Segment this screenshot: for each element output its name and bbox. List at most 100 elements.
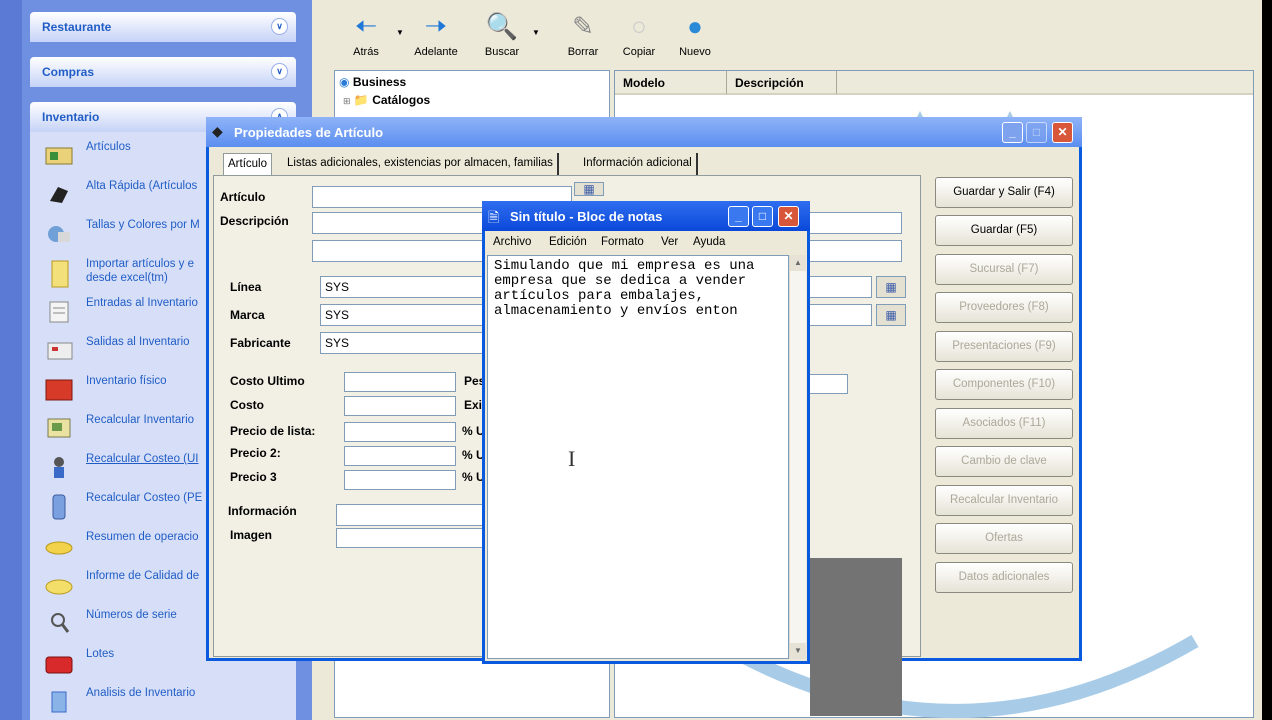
dropdown-arrow-icon: ▼ [532,28,540,37]
label-costo-ultimo: Costo Ultimo [230,374,305,388]
informe-calidad-icon [44,571,74,597]
globe-icon: ◉ [339,75,350,89]
copy-icon: ○ [631,11,647,41]
menu-formato[interactable]: Formato [601,236,644,248]
menu-ayuda[interactable]: Ayuda [693,236,725,248]
componentes-button[interactable]: Componentes (F10) [935,369,1073,400]
asociados-button[interactable]: Asociados (F11) [935,408,1073,439]
recalcular-costeo-ui-icon [44,454,74,480]
notepad-menubar: Archivo Edición Formato Ver Ayuda [485,231,807,253]
group-header-compras[interactable]: Compras ∨ [30,57,296,87]
recalcular-inventario-icon [44,415,74,441]
column-header-descripcion[interactable]: Descripción [727,71,837,95]
presentaciones-button[interactable]: Presentaciones (F9) [935,331,1073,362]
datos-adicionales-button[interactable]: Datos adicionales [935,562,1073,593]
scroll-up-icon[interactable]: ▲ [790,255,806,271]
marca-picker-icon[interactable]: ▦ [876,304,906,326]
group-title: Restaurante [42,20,112,34]
inventario-fisico-icon [44,376,74,402]
minimize-icon[interactable]: _ [728,206,749,227]
dropdown-arrow-icon: ▼ [396,28,404,37]
linea-picker-icon[interactable]: ▦ [876,276,906,298]
recalcular-inventario-button[interactable]: Recalcular Inventario [935,485,1073,516]
search-icon: 🔍 [485,11,519,41]
new-button[interactable]: ● Nuevo [672,6,718,66]
resumen-icon [44,532,74,558]
image-preview [810,558,902,716]
arrow-right-icon: 🠢 [424,11,448,41]
salidas-icon [44,337,74,363]
scroll-down-icon[interactable]: ▼ [790,643,806,659]
arrow-left-icon: 🠠 [354,11,378,41]
articulos-icon [44,142,74,168]
label-precio-lista: Precio de lista: [230,424,316,438]
precio-lista-field[interactable] [344,422,456,442]
precio-3-field[interactable] [344,470,456,490]
close-icon[interactable]: ✕ [1052,122,1073,143]
informacion-field[interactable] [336,504,496,526]
dialog-title: Propiedades de Artículo [234,125,384,140]
label-marca: Marca [230,308,265,322]
menu-archivo[interactable]: Archivo [493,236,531,248]
notepad-text-area[interactable]: Simulando que mi empresa es una empresa … [487,255,789,659]
cambio-clave-button[interactable]: Cambio de clave [935,446,1073,477]
picker-icon[interactable]: ▦ [574,182,604,196]
ofertas-button[interactable]: Ofertas [935,523,1073,554]
group-title: Inventario [42,110,100,124]
delete-icon: ✎ [572,11,594,41]
column-header-empty [837,71,1253,95]
label-articulo: Artículo [220,190,266,204]
group-header-restaurante[interactable]: Restaurante ∨ [30,12,296,42]
menu-edicion[interactable]: Edición [549,236,587,248]
maximize-icon: □ [1026,122,1047,143]
imagen-field[interactable] [336,528,496,548]
guardar-button[interactable]: Guardar (F5) [935,215,1073,246]
search-button[interactable]: 🔍 Buscar [476,6,528,66]
entradas-icon [44,298,74,324]
minimize-icon[interactable]: _ [1002,122,1023,143]
close-icon[interactable]: ✕ [778,206,799,227]
label-precio-2: Precio 2: [230,446,281,460]
guardar-salir-button[interactable]: Guardar y Salir (F4) [935,177,1073,208]
numeros-serie-icon [44,610,74,636]
dialog-title-bar[interactable]: ◆ Propiedades de Artículo _ □ ✕ [206,117,1082,147]
expand-icon[interactable]: ⊞ [343,96,351,106]
list-item-label: Analisis de Inventario [86,687,196,699]
notepad-title-bar[interactable]: 🗎 Sin título - Bloc de notas _ □ ✕ [482,201,810,231]
copy-button[interactable]: ○ Copiar [616,6,662,66]
alta-rapida-icon [44,181,74,207]
lotes-icon [44,649,74,675]
new-icon: ● [687,11,703,41]
maximize-icon[interactable]: □ [752,206,773,227]
tab-articulo[interactable]: Artículo [223,153,272,175]
analisis-icon [44,688,74,714]
importar-icon [44,259,74,288]
left-edge-strip [0,0,22,720]
forward-button[interactable]: 🠢 Adelante [406,6,466,66]
vertical-scrollbar[interactable]: ▲ ▼ [789,255,806,659]
chevron-down-icon[interactable]: ∨ [271,18,288,35]
tab-informacion-adicional[interactable]: Información adicional [579,153,698,175]
tree-node-business[interactable]: ◉ Business [339,75,406,89]
label-linea: Línea [230,280,262,294]
costo-field[interactable] [344,396,456,416]
menu-ver[interactable]: Ver [661,236,678,248]
back-button[interactable]: 🠠 Atrás [340,6,392,66]
chevron-down-icon[interactable]: ∨ [271,63,288,80]
column-header-modelo[interactable]: Modelo [615,71,727,95]
recalcular-costeo-pe-icon [44,493,74,520]
sucursal-button[interactable]: Sucursal (F7) [935,254,1073,285]
costo-ultimo-field[interactable] [344,372,456,392]
precio-2-field[interactable] [344,446,456,466]
label-precio-3: Precio 3 [230,470,277,484]
list-item[interactable]: Analisis de Inventario [30,682,296,720]
tree-node-catalogos[interactable]: ⊞ 📁 Catálogos [343,93,430,107]
label-imagen: Imagen [230,528,273,542]
delete-button[interactable]: ✎ Borrar [560,6,606,66]
app-icon: ◆ [212,123,223,139]
fabricante-field[interactable]: SYS [320,332,500,354]
label-fabricante: Fabricante [230,336,291,350]
tab-listas-adicionales[interactable]: Listas adicionales, existencias por alma… [283,153,559,175]
proveedores-button[interactable]: Proveedores (F8) [935,292,1073,323]
label-exi: Exi [464,398,483,412]
